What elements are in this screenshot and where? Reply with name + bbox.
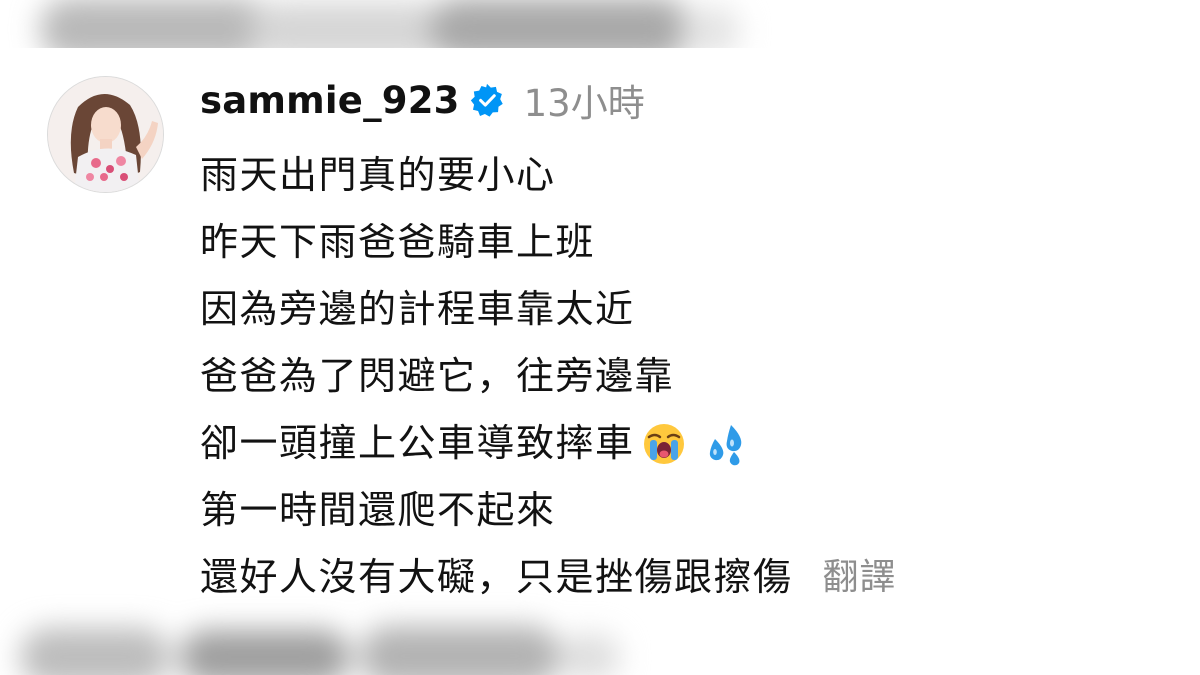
verified-badge-icon [470,83,504,117]
comment-line: 因為旁邊的計程車靠太近 [200,287,635,331]
comment-line: 第一時間還爬不起來 [200,488,556,532]
timestamp[interactable]: 13小時 [524,73,645,127]
comment-line: 昨天下雨爸爸騎車上班 [200,220,596,264]
blurred-next-comment [0,612,1200,675]
username-link[interactable]: sammie_923 [200,79,460,122]
avatar-photo-icon [48,77,163,192]
comment-body: 雨天出門真的要小心 昨天下雨爸爸騎車上班 因為旁邊的計程車靠太近 爸爸為了閃避它… [200,142,1180,611]
comment-card: sammie_923 13小時 雨天出門真的要小心 昨天下雨爸爸騎車上班 因為旁… [0,48,1200,614]
avatar[interactable] [47,76,164,193]
comment-header: sammie_923 13小時 [200,74,645,126]
screenshot-stage: sammie_923 13小時 雨天出門真的要小心 昨天下雨爸爸騎車上班 因為旁… [0,0,1200,675]
comment-line: 還好人沒有大礙，只是挫傷跟擦傷 翻譯 [200,544,1180,611]
comment-line: 雨天出門真的要小心 [200,153,556,197]
loudly-crying-face-icon [641,421,687,467]
comment-line: 卻一頭撞上公車導致摔車 [200,410,1180,477]
comment-line: 爸爸為了閃避它，往旁邊靠 [200,354,675,398]
translate-link[interactable]: 翻譯 [823,544,897,611]
sweat-droplets-icon [701,421,747,467]
